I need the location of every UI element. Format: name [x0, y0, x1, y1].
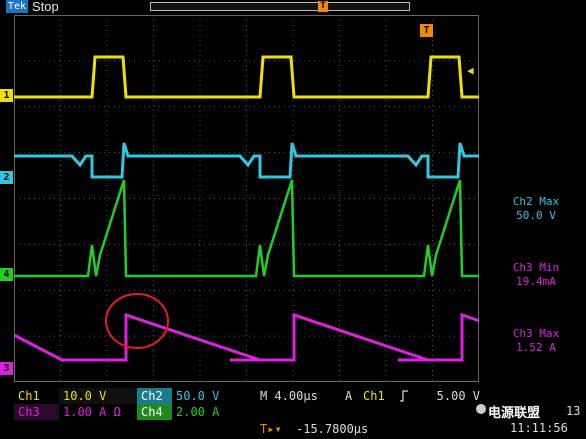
graticule — [14, 15, 479, 382]
status-row-3: T▸▾ -15.7800µs — [256, 421, 406, 437]
trigger-offset-marker: T▸▾ — [260, 422, 282, 436]
ch2-label: Ch2 — [137, 388, 172, 404]
ch4-trace — [14, 179, 479, 278]
ch1-scale[interactable]: 10.0 V — [59, 388, 137, 404]
measurement-label: Ch2 Max — [512, 195, 560, 208]
record-position-bar — [150, 2, 410, 11]
measurement-value: 19.4mA — [516, 275, 556, 288]
ch4-ground-marker[interactable]: 4 — [0, 268, 13, 281]
trigger-level-arrow-icon[interactable]: ◀ — [467, 64, 474, 77]
watermark: 电源联盟 — [488, 406, 541, 421]
annotation-circle — [105, 293, 169, 349]
ch3-ground-marker[interactable]: 3 — [0, 362, 13, 375]
ch2-ground-marker[interactable]: 2 — [0, 171, 13, 184]
ch3-trace — [14, 312, 479, 362]
watermark-logo-icon — [476, 404, 486, 414]
acquisition-mode: A — [345, 389, 353, 403]
measurement-ch3-max: Ch3 Max 1.52 A — [486, 327, 586, 355]
measurement-label: Ch3 Max — [512, 327, 560, 340]
measurement-value: 50.0 V — [516, 209, 556, 222]
ch3-scale[interactable]: 1.00 A Ω — [59, 404, 137, 420]
waveform-display — [14, 15, 479, 382]
rising-edge-icon — [395, 388, 411, 404]
measurement-ch3-min: Ch3 Min 19.4mA — [486, 261, 586, 289]
ch3-label: Ch3 — [14, 404, 59, 420]
timebase-readout[interactable]: M 4.00µs — [256, 388, 341, 404]
ch2-scale[interactable]: 50.0 V — [172, 388, 254, 404]
ch4-scale[interactable]: 2.00 A — [172, 404, 254, 420]
time-readout: 11:11:56 — [510, 421, 568, 435]
measurement-value: 1.52 A — [516, 341, 556, 354]
run-state-label: Stop — [32, 0, 59, 14]
oscilloscope-screen: Tek Stop T 1 2 4 3 T ◀ Ch2 Max 50.0 V Ch… — [0, 0, 586, 439]
measurement-label: Ch3 Min — [512, 261, 560, 274]
ch1-label: Ch1 — [18, 389, 40, 403]
ch1-ground-marker[interactable]: 1 — [0, 89, 13, 102]
trigger-marker[interactable]: T — [420, 24, 433, 37]
measurement-ch2-max: Ch2 Max 50.0 V — [486, 195, 586, 223]
trigger-position-marker[interactable]: T — [318, 1, 328, 12]
trigger-source[interactable]: Ch1 — [359, 388, 393, 404]
top-status-bar: Tek Stop T — [0, 0, 586, 14]
trigger-offset[interactable]: -15.7800µs — [292, 421, 392, 437]
acquisition-badge: Tek — [6, 0, 28, 13]
trigger-level[interactable]: 5.00 V — [414, 388, 484, 404]
status-row-1: Ch1 10.0 V Ch2 50.0 V M 4.00µs A Ch1 5.0… — [14, 388, 484, 404]
ch4-label: Ch4 — [137, 404, 172, 420]
status-row-2: Ch3 1.00 A Ω Ch4 2.00 A — [14, 404, 274, 420]
date-readout: 13 — [566, 404, 581, 418]
